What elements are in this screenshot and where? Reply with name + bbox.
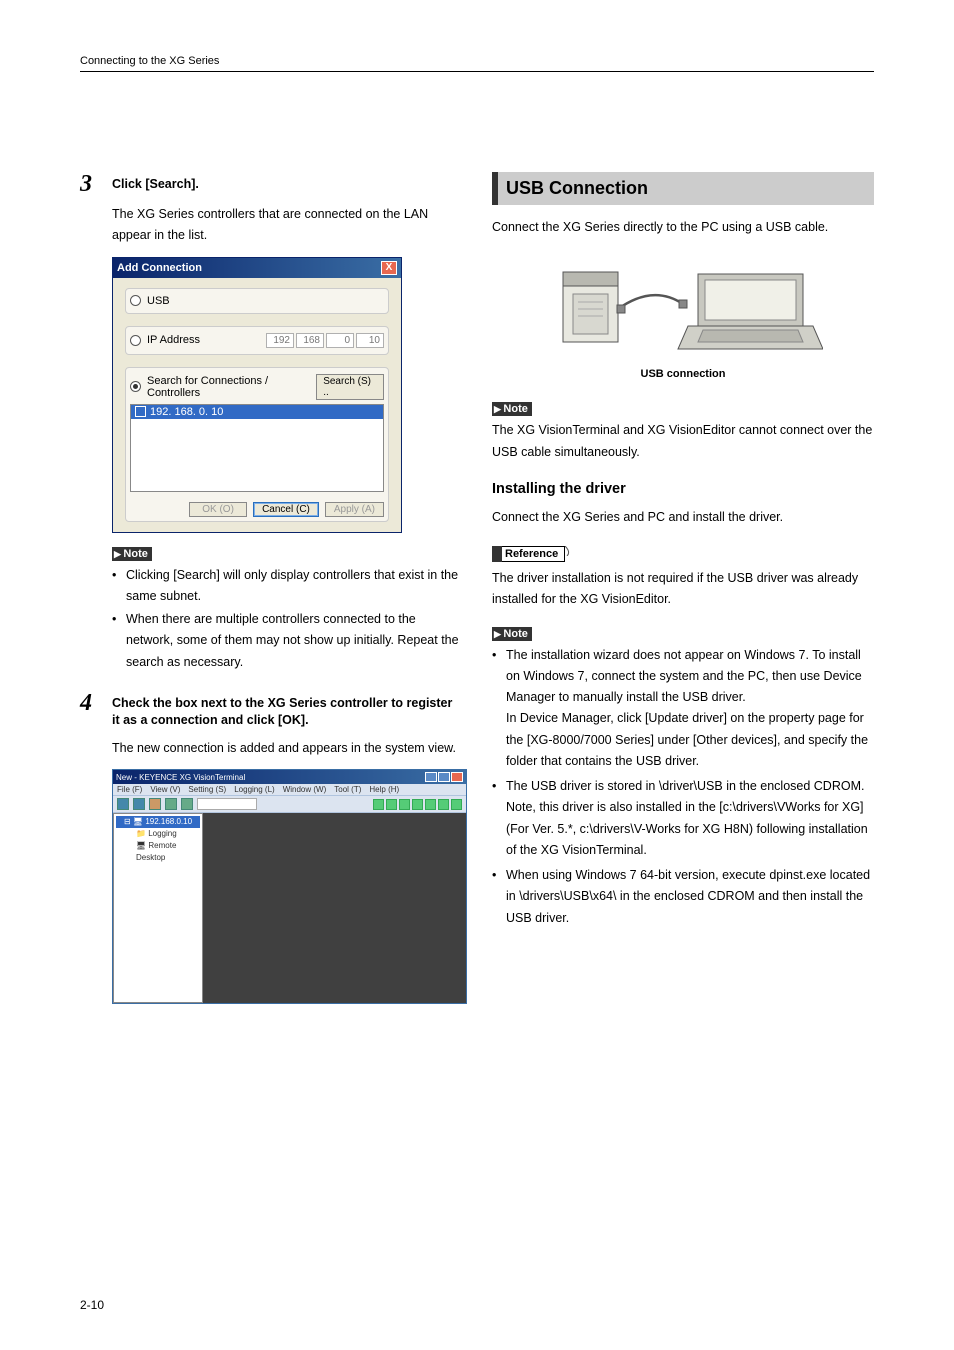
minimize-icon[interactable] <box>425 772 437 782</box>
toolbar-input[interactable] <box>197 798 257 810</box>
radio-icon <box>130 335 141 346</box>
close-icon[interactable]: X <box>381 261 397 275</box>
note-item: When using Windows 7 64-bit version, exe… <box>492 865 874 929</box>
note-item: When there are multiple controllers conn… <box>112 609 462 673</box>
step-title: Click [Search]. <box>112 172 199 196</box>
add-connection-dialog: Add Connection X USB IP Address 192 168 <box>112 257 402 533</box>
step-3-notes: Clicking [Search] will only display cont… <box>112 565 462 673</box>
note-label: Note <box>112 547 152 561</box>
ip-octet[interactable]: 192 <box>266 333 294 348</box>
result-ip: 192. 168. 0. 10 <box>150 406 223 418</box>
menu-item[interactable]: Setting (S) <box>188 785 226 794</box>
note-label: Note <box>492 627 532 641</box>
menu-item[interactable]: Help (H) <box>369 785 399 794</box>
toolbar-icon[interactable] <box>438 799 449 810</box>
toolbar-icon[interactable] <box>451 799 462 810</box>
note-text: The XG VisionTerminal and XG VisionEdito… <box>492 420 874 463</box>
toolbar-icon[interactable] <box>386 799 397 810</box>
step-4: 4 Check the box next to the XG Series co… <box>80 691 462 730</box>
tree-view[interactable]: ⊟ 🖥 192.168.0.10 📁 Logging 🖥 Remote Desk… <box>113 813 203 1003</box>
menu-item[interactable]: View (V) <box>150 785 180 794</box>
usb-figure: USB connection <box>492 254 874 380</box>
menu-item[interactable]: File (F) <box>117 785 142 794</box>
step-title: Check the box next to the XG Series cont… <box>112 691 462 730</box>
page-header: Connecting to the XG Series <box>80 55 874 72</box>
cancel-button[interactable]: Cancel (C) <box>253 502 319 517</box>
search-option-label: Search for Connections / Controllers <box>147 375 316 399</box>
toolbar-icon[interactable] <box>373 799 384 810</box>
toolbar[interactable] <box>113 795 466 813</box>
menu-bar[interactable]: File (F) View (V) Setting (S) Logging (L… <box>113 784 466 795</box>
menu-item[interactable]: Logging (L) <box>234 785 274 794</box>
ip-octet[interactable]: 10 <box>356 333 384 348</box>
checkbox-icon[interactable] <box>135 406 146 417</box>
note-item: The installation wizard does not appear … <box>492 645 874 773</box>
apply-button[interactable]: Apply (A) <box>325 502 384 517</box>
menu-item[interactable]: Tool (T) <box>334 785 361 794</box>
toolbar-icon[interactable] <box>425 799 436 810</box>
toolbar-icon[interactable] <box>117 798 129 810</box>
radio-icon[interactable] <box>130 381 141 392</box>
ip-radio-row[interactable]: IP Address 192 168 0 10 <box>125 326 389 355</box>
note-list: The installation wizard does not appear … <box>492 645 874 929</box>
note-item: Clicking [Search] will only display cont… <box>112 565 462 608</box>
intro-text: Connect the XG Series directly to the PC… <box>492 217 874 238</box>
content-area <box>203 813 466 1003</box>
search-results-list[interactable]: 192. 168. 0. 10 <box>130 404 384 492</box>
reference-label: Reference <box>492 546 565 562</box>
app-window: New - KEYENCE XG VisionTerminal File (F)… <box>112 769 467 1004</box>
ip-octet[interactable]: 0 <box>326 333 354 348</box>
dialog-title: Add Connection <box>117 262 202 274</box>
menu-item[interactable]: Window (W) <box>283 785 327 794</box>
toolbar-icon[interactable] <box>181 798 193 810</box>
reference-text: The driver installation is not required … <box>492 568 874 611</box>
subsection-title: Installing the driver <box>492 481 874 497</box>
search-result-item[interactable]: 192. 168. 0. 10 <box>131 405 383 419</box>
step-3: 3 Click [Search]. <box>80 172 462 196</box>
search-button[interactable]: Search (S) .. <box>316 374 384 400</box>
tree-item[interactable]: 📁 Logging <box>116 828 200 840</box>
step-number: 3 <box>80 172 102 196</box>
tree-item[interactable]: 🖥 Remote Desktop <box>116 840 200 864</box>
usb-option-label: USB <box>147 295 170 307</box>
toolbar-icon[interactable] <box>133 798 145 810</box>
sub-intro: Connect the XG Series and PC and install… <box>492 507 874 528</box>
window-buttons[interactable] <box>425 772 463 782</box>
figure-caption: USB connection <box>492 368 874 380</box>
page-number: 2-10 <box>80 1298 104 1312</box>
callout-arrow-icon <box>565 546 579 556</box>
toolbar-icon[interactable] <box>412 799 423 810</box>
usb-radio-row[interactable]: USB <box>125 288 389 314</box>
right-column: USB Connection Connect the XG Series dir… <box>492 172 874 1004</box>
step-number: 4 <box>80 691 102 730</box>
window-title: New - KEYENCE XG VisionTerminal <box>116 773 245 782</box>
ip-inputs[interactable]: 192 168 0 10 <box>266 333 384 348</box>
ok-button[interactable]: OK (O) <box>189 502 247 517</box>
toolbar-icon[interactable] <box>149 798 161 810</box>
maximize-icon[interactable] <box>438 772 450 782</box>
close-icon[interactable] <box>451 772 463 782</box>
section-title: USB Connection <box>492 172 874 205</box>
tree-root[interactable]: ⊟ 🖥 192.168.0.10 <box>116 816 200 828</box>
left-column: 3 Click [Search]. The XG Series controll… <box>80 172 462 1004</box>
step-3-body: The XG Series controllers that are conne… <box>112 204 462 247</box>
step-4-body: The new connection is added and appears … <box>112 738 462 759</box>
toolbar-icon[interactable] <box>165 798 177 810</box>
note-label: Note <box>492 402 532 416</box>
ip-option-label: IP Address <box>147 334 200 346</box>
ip-octet[interactable]: 168 <box>296 333 324 348</box>
note-item: The USB driver is stored in \driver\USB … <box>492 776 874 861</box>
radio-icon <box>130 295 141 306</box>
toolbar-icon[interactable] <box>399 799 410 810</box>
